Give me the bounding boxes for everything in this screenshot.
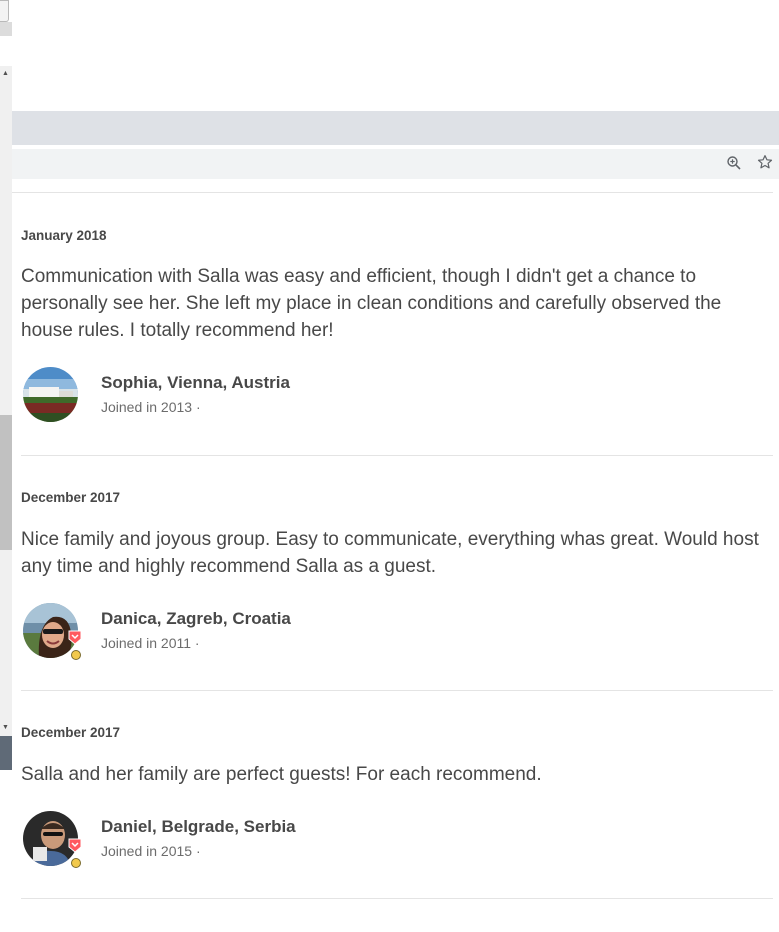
reviewer-joined: Joined in 2015 · [101,843,201,859]
review-text: Nice family and joyous group. Easy to co… [21,529,759,577]
avatar[interactable] [23,367,78,422]
review-text: Communication with Salla was easy and ef… [21,266,722,341]
background-window-bar [0,22,12,36]
reviewer-name[interactable]: Danica, Zagreb, Croatia [101,609,291,629]
reviewer-joined: Joined in 2013 · [101,399,201,415]
background-window-control[interactable] [0,0,9,22]
background-window-strip: ▲ ▼ [0,0,12,932]
address-bar[interactable] [12,149,779,179]
background-window-panel [0,736,12,770]
zoom-in-icon[interactable] [725,155,743,173]
scroll-up-arrow-icon[interactable]: ▲ [2,70,9,77]
reviewer-joined: Joined in 2011 · [101,635,200,651]
scrollbar-track[interactable] [0,66,12,736]
review-divider [21,898,773,899]
bookmark-star-icon[interactable] [755,154,775,174]
superhost-medal-icon [71,650,81,660]
scroll-down-arrow-icon[interactable]: ▼ [2,724,9,731]
section-divider [12,192,773,193]
browser-tab-strip [12,111,779,145]
review-divider [21,690,773,691]
review-divider [21,455,773,456]
review-date: December 2017 [21,725,121,740]
superhost-badge-icon [68,630,82,645]
review-date: January 2018 [21,228,107,243]
superhost-badge-icon [68,838,82,853]
review-date: December 2017 [21,490,121,505]
reviewer-name[interactable]: Daniel, Belgrade, Serbia [101,817,296,837]
scrollbar-thumb[interactable] [0,415,12,550]
reviewer-name[interactable]: Sophia, Vienna, Austria [101,373,290,393]
review-text: Salla and her family are perfect guests!… [21,764,542,785]
superhost-medal-icon [71,858,81,868]
